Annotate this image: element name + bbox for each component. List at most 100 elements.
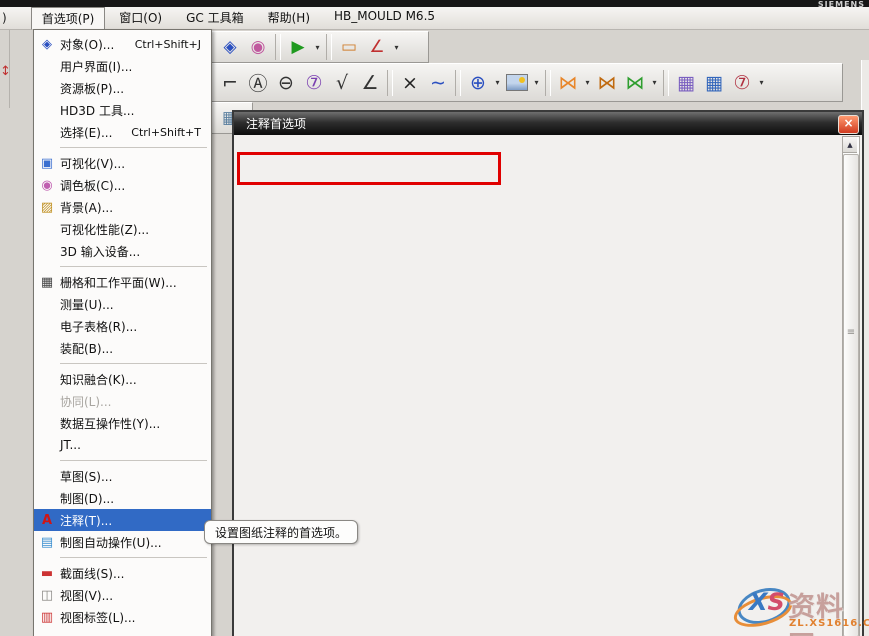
menu-item-label: 截面线(S)...	[60, 565, 130, 582]
menu-item[interactable]: 3D 输入设备...	[34, 240, 211, 262]
dimension-icon: ↕	[0, 64, 11, 79]
image-thumbnail	[506, 74, 528, 91]
parts-list-icon[interactable]: ▦	[672, 68, 700, 98]
menu-separator	[60, 557, 207, 558]
help-on-context-icon[interactable]: ⑦	[728, 68, 756, 98]
application-window: SIEMENS ) 首选项(P)窗口(O)GC 工具箱帮助(H)HB_MOULD…	[0, 0, 869, 636]
menu-item[interactable]: ◉调色板(C)...	[34, 174, 211, 196]
menu-item[interactable]: 资源板(P)...	[34, 77, 211, 99]
menu-item-label: 3D 输入设备...	[60, 243, 146, 260]
find-item-icon[interactable]: ⑦	[300, 68, 328, 98]
chevron-down-icon[interactable]: ▾	[391, 34, 402, 60]
menu-item-shortcut: Ctrl+Shift+J	[135, 38, 211, 51]
ruler-icon[interactable]: ▭	[335, 34, 363, 60]
menubar-item[interactable]: 窗口(O)	[109, 7, 172, 30]
menu-item-label: 协同(L)...	[60, 393, 118, 410]
menu-item-label: 电子表格(R)...	[60, 318, 143, 335]
watermark-logo-x: X	[749, 588, 768, 616]
leader-dimension-icon[interactable]: ⌐	[216, 68, 244, 98]
menu-item[interactable]: HD3D 工具...	[34, 99, 211, 121]
tabular-note-icon[interactable]: ▦	[700, 68, 728, 98]
menu-item[interactable]: ▣可视化(V)...	[34, 152, 211, 174]
menu-item-label: 知识融合(K)...	[60, 371, 143, 388]
dialog-scrollbar[interactable]: ▲ ≡	[842, 136, 860, 636]
menu-item[interactable]: 用户界面(I)...	[34, 55, 211, 77]
menu-item-label: 栅格和工作平面(W)...	[60, 274, 183, 291]
menu-item[interactable]: 知识融合(K)...	[34, 368, 211, 390]
menu-item[interactable]: ▤制图自动操作(U)...	[34, 531, 211, 553]
menu-item[interactable]: JT...	[34, 434, 211, 456]
tooltip-text: 设置图纸注释的首选项。	[215, 524, 347, 541]
menu-item-label: HD3D 工具...	[60, 102, 140, 119]
menubar-item[interactable]: HB_MOULD M6.5	[324, 7, 445, 30]
menu-item[interactable]: ▦栅格和工作平面(W)...	[34, 271, 211, 293]
palette-icon: ◉	[34, 178, 60, 193]
menu-item[interactable]: 测量(U)...	[34, 293, 211, 315]
menubar-item[interactable]: 帮助(H)	[258, 7, 320, 30]
annotation-preferences-dialog: 注释首选项 ×	[232, 110, 864, 636]
menu-item[interactable]: ▥视图标签(L)...	[34, 606, 211, 628]
chevron-down-icon[interactable]: ▾	[756, 70, 767, 96]
menu-item-label: 视图(V)...	[60, 587, 119, 604]
left-toolbar-fragment: ↕	[0, 30, 10, 108]
point-constructor-icon[interactable]: ⊕	[464, 68, 492, 98]
view-label-icon: ▥	[34, 610, 60, 625]
menubar-item[interactable]: GC 工具箱	[176, 7, 254, 30]
object-palette-icon[interactable]: ◉	[244, 34, 272, 60]
menu-item[interactable]: ▬截面线(S)...	[34, 562, 211, 584]
protractor-icon[interactable]: ∠	[363, 34, 391, 60]
delete-x-icon[interactable]: ×	[396, 68, 424, 98]
wave-update-icon[interactable]: ⋈	[621, 68, 649, 98]
toolbar-separator	[387, 70, 393, 96]
wave-editor-icon[interactable]: ⋈	[593, 68, 621, 98]
watermark: XS 资料网 ZL.XS1616.COM	[705, 583, 869, 636]
red-annotation-box	[237, 152, 501, 185]
menu-item[interactable]: 可视化性能(Z)...	[34, 218, 211, 240]
menu-item[interactable]: 草图(S)...	[34, 465, 211, 487]
chevron-down-icon[interactable]: ▾	[582, 70, 593, 96]
menubar-item[interactable]: 首选项(P)	[31, 7, 106, 30]
chevron-down-icon[interactable]: ▾	[531, 70, 542, 96]
menu-item[interactable]: 数据互操作性(Y)...	[34, 412, 211, 434]
image-icon[interactable]	[503, 68, 531, 98]
toolbar-row2: ⌐Ⓐ⊖⑦√∠×∼⊕▾▾⋈▾⋈⋈▾▦▦⑦▾	[211, 63, 843, 102]
menu-item[interactable]: 制图(D)...	[34, 487, 211, 509]
menu-item[interactable]: ▨背景(A)...	[34, 196, 211, 218]
scrollbar-thumb[interactable]: ≡	[843, 154, 859, 636]
menu-item-label: 资源板(P)...	[60, 80, 130, 97]
menu-item-label: 背景(A)...	[60, 199, 119, 216]
menu-item[interactable]: 装配(B)...	[34, 337, 211, 359]
toolbar-separator	[455, 70, 461, 96]
menu-item[interactable]: ◫视图(V)...	[34, 584, 211, 606]
edit-object-display-icon[interactable]: ◈	[216, 34, 244, 60]
menu-item[interactable]: ◈对象(O)...Ctrl+Shift+J	[34, 33, 211, 55]
menu-separator	[60, 460, 207, 461]
menu-item-label: 对象(O)...	[60, 36, 120, 53]
dialog-titlebar[interactable]: 注释首选项	[234, 112, 862, 135]
fillet-curve-icon[interactable]: ∼	[424, 68, 452, 98]
wave-linker-icon[interactable]: ⋈	[554, 68, 582, 98]
chevron-down-icon[interactable]: ▾	[312, 34, 323, 60]
draft-angle-icon[interactable]: ∠	[356, 68, 384, 98]
menu-item[interactable]: 选择(E)...Ctrl+Shift+T	[34, 121, 211, 143]
zoom-out-icon[interactable]: ⊖	[272, 68, 300, 98]
grid-icon: ▦	[34, 275, 60, 290]
menu-item-label: 装配(B)...	[60, 340, 119, 357]
menu-item[interactable]: A注释(T)...	[34, 509, 211, 531]
menubar-clipped-item: )	[2, 11, 7, 25]
menu-separator	[60, 363, 207, 364]
scroll-up-icon[interactable]: ▲	[843, 137, 857, 153]
dialog-title: 注释首选项	[246, 115, 306, 132]
tooltip: 设置图纸注释的首选项。	[204, 520, 358, 544]
menu-item[interactable]: 协同(L)...	[34, 390, 211, 412]
show-and-hide-icon[interactable]: ▶	[284, 34, 312, 60]
menu-item[interactable]: 电子表格(R)...	[34, 315, 211, 337]
text-annotation-icon[interactable]: Ⓐ	[244, 68, 272, 98]
watermark-logo-s: S	[768, 588, 785, 616]
menu-item-label: 注释(T)...	[60, 512, 118, 529]
check-mark-icon[interactable]: √	[328, 68, 356, 98]
chevron-down-icon[interactable]: ▾	[649, 70, 660, 96]
close-icon[interactable]: ×	[838, 115, 859, 134]
chevron-down-icon[interactable]: ▾	[492, 70, 503, 96]
menu-item-label: 制图自动操作(U)...	[60, 534, 168, 551]
